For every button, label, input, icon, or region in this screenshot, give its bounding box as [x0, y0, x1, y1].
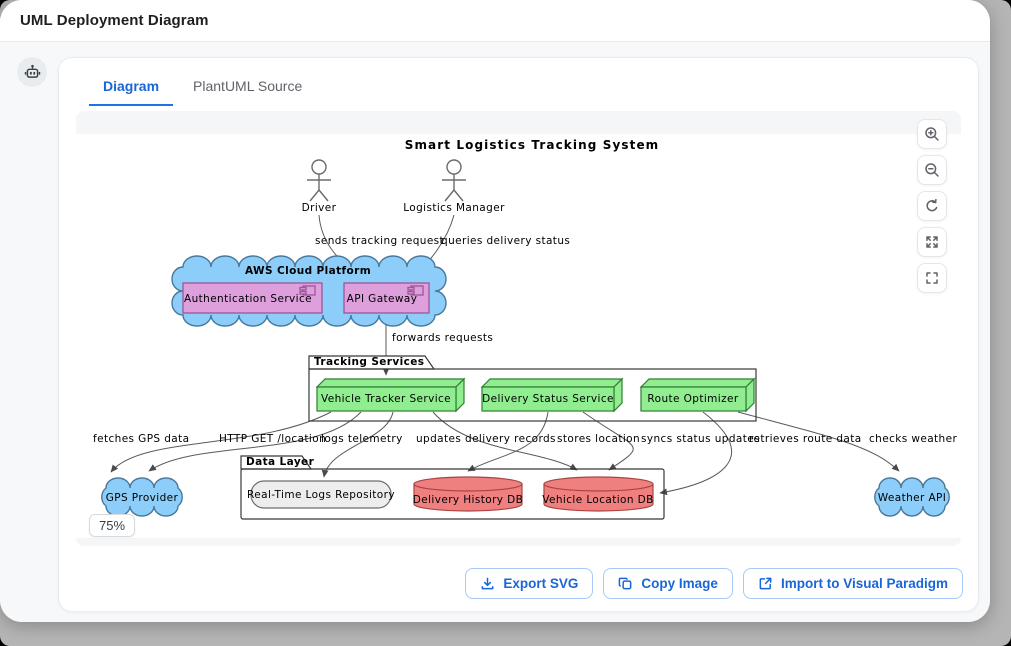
zoom-in-button[interactable] [917, 119, 947, 149]
reset-icon [924, 198, 940, 214]
actor-driver: Driver [302, 160, 337, 214]
edge-fetches-label: fetches GPS data [93, 433, 190, 445]
expand-icon [924, 234, 940, 250]
zoom-out-button[interactable] [917, 155, 947, 185]
tracking-services-label: Tracking Services [314, 356, 424, 368]
node-delivery-status-service: Delivery Status Service [482, 379, 622, 411]
fullscreen-button[interactable] [917, 263, 947, 293]
component-api-gateway: API Gateway [344, 283, 429, 313]
page-title: UML Deployment Diagram [20, 12, 209, 29]
auth-service-label: Authentication Service [184, 293, 312, 305]
fullscreen-icon [924, 270, 940, 286]
app-window: UML Deployment Diagram Diagram PlantUML … [0, 0, 990, 622]
tab-plantuml-source[interactable]: PlantUML Source [179, 74, 316, 106]
vehicle-location-label: Vehicle Location DB [542, 494, 654, 506]
uml-deployment-svg: Smart Logistics Tracking System [76, 134, 961, 538]
cloud-weather-api: Weather API [875, 478, 950, 516]
copy-icon [618, 576, 633, 591]
export-svg-button[interactable]: Export SVG [465, 568, 593, 599]
aws-cloud-label: AWS Cloud Platform [245, 265, 371, 277]
import-visual-paradigm-button[interactable]: Import to Visual Paradigm [743, 568, 963, 599]
zoom-out-icon [924, 162, 940, 178]
vehicle-tracker-label: Vehicle Tracker Service [321, 393, 451, 405]
cloud-gps-provider: GPS Provider [102, 478, 183, 516]
package-data-layer: Data Layer Real-Time Logs Repository Del… [241, 456, 664, 519]
edge-queries-label: queries delivery status [441, 235, 570, 247]
edge-weather-check-label: checks weather con [869, 433, 961, 445]
expand-button[interactable] [917, 227, 947, 257]
export-svg-label: Export SVG [503, 576, 578, 591]
package-tracking-services: Tracking Services Vehicle Tracker Servic… [309, 356, 756, 421]
copy-image-label: Copy Image [641, 576, 718, 591]
import-visual-paradigm-label: Import to Visual Paradigm [781, 576, 948, 591]
edge-forwards-label: forwards requests [392, 332, 493, 344]
diagram-title: Smart Logistics Tracking System [405, 138, 660, 152]
actor-logistics-manager: Logistics Manager [403, 160, 505, 214]
edge-logs-telemetry-label: logs telemetry [321, 433, 403, 445]
edge-updates-label: updates delivery records [416, 433, 556, 445]
robot-button[interactable] [17, 57, 47, 87]
external-link-icon [758, 576, 773, 591]
actor-manager-label: Logistics Manager [403, 202, 505, 214]
node-route-optimizer: Route Optimizer [641, 379, 754, 411]
aws-cloud: AWS Cloud Platform Authentication Servic… [172, 256, 446, 326]
diagram-canvas: Smart Logistics Tracking System [76, 134, 961, 538]
delivery-history-label: Delivery History DB [413, 494, 524, 506]
edge-retrieves-label: retrieves route data [749, 433, 862, 445]
gps-provider-label: GPS Provider [106, 492, 179, 504]
copy-image-button[interactable]: Copy Image [603, 568, 733, 599]
data-layer-label: Data Layer [246, 456, 315, 468]
page-body: Diagram PlantUML Source Smart Logistics … [0, 42, 990, 622]
header: UML Deployment Diagram [0, 0, 990, 42]
db-delivery-history: Delivery History DB [413, 477, 524, 511]
tab-diagram[interactable]: Diagram [89, 74, 173, 106]
edge-stores-label: stores location [557, 433, 640, 445]
edge-syncs-label: syncs status updates [641, 433, 760, 445]
robot-icon [24, 64, 41, 81]
zoom-in-icon [924, 126, 940, 142]
footer-actions: Export SVG Copy Image Import to Visual P… [465, 568, 963, 599]
zoom-level-badge: 75% [89, 514, 135, 537]
weather-api-label: Weather API [878, 492, 947, 504]
storage-realtime-logs: Real-Time Logs Repository [247, 481, 395, 508]
download-icon [480, 576, 495, 591]
edge-sends-label: sends tracking request [315, 235, 444, 247]
component-authentication-service: Authentication Service [183, 283, 322, 313]
zoom-toolbar [917, 119, 947, 293]
tab-bar: Diagram PlantUML Source [59, 58, 978, 106]
realtime-logs-label: Real-Time Logs Repository [247, 489, 395, 501]
actor-driver-label: Driver [302, 202, 337, 214]
delivery-status-label: Delivery Status Service [482, 393, 614, 405]
reset-view-button[interactable] [917, 191, 947, 221]
api-gateway-label: API Gateway [347, 293, 418, 305]
db-vehicle-location: Vehicle Location DB [542, 477, 654, 511]
main-card: Diagram PlantUML Source Smart Logistics … [58, 57, 979, 612]
route-optimizer-label: Route Optimizer [647, 393, 738, 405]
node-vehicle-tracker-service: Vehicle Tracker Service [317, 379, 464, 411]
diagram-viewport[interactable]: Smart Logistics Tracking System [76, 111, 961, 546]
edge-http-get-label: HTTP GET /location [219, 433, 326, 445]
